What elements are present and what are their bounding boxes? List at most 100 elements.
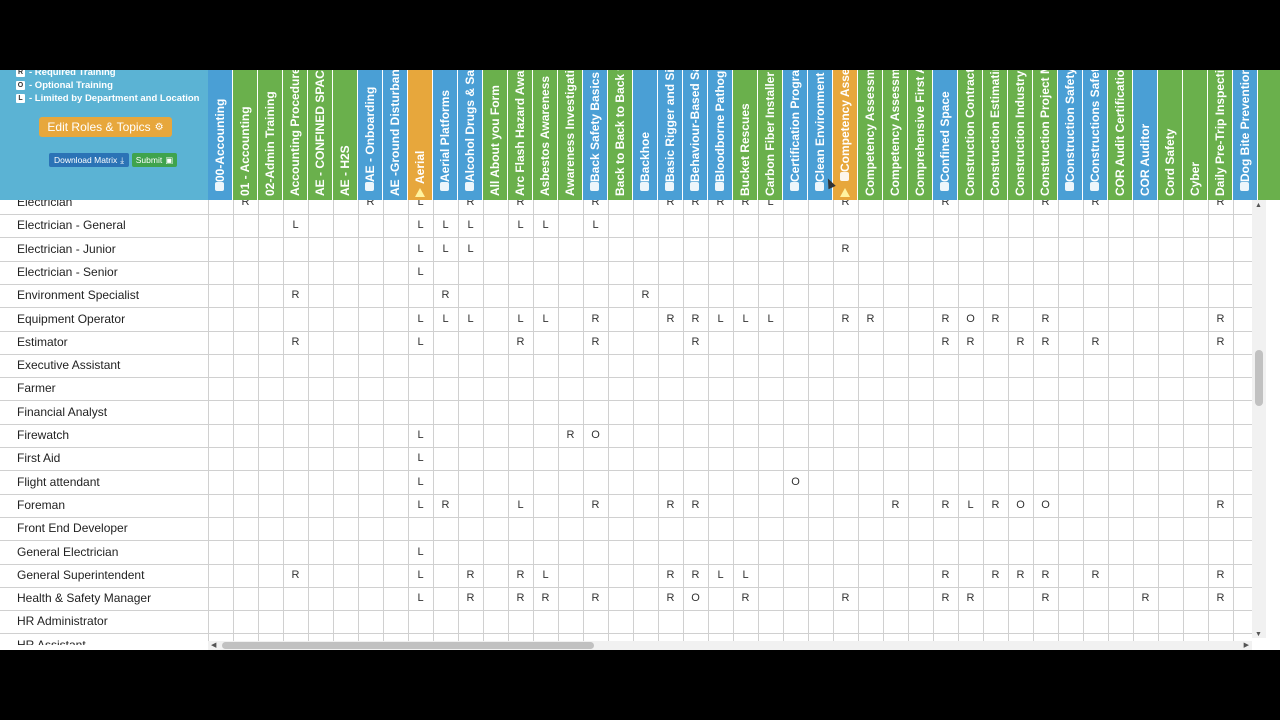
matrix-cell[interactable]	[1208, 354, 1233, 377]
matrix-cell[interactable]	[333, 238, 358, 261]
matrix-cell[interactable]	[883, 587, 908, 610]
matrix-cell[interactable]	[258, 377, 283, 400]
matrix-cell[interactable]: L	[433, 238, 458, 261]
column-header[interactable]: AE - CONFINED SPACE	[308, 70, 333, 200]
matrix-cell[interactable]	[1208, 284, 1233, 307]
matrix-cell[interactable]	[858, 517, 883, 540]
matrix-cell[interactable]	[1133, 214, 1158, 237]
matrix-cell[interactable]	[258, 284, 283, 307]
matrix-cell[interactable]	[858, 261, 883, 284]
matrix-cell[interactable]	[958, 541, 983, 564]
matrix-cell[interactable]	[883, 377, 908, 400]
matrix-cell[interactable]	[608, 541, 633, 564]
matrix-cell[interactable]	[708, 471, 733, 494]
matrix-cell[interactable]	[608, 471, 633, 494]
matrix-cell[interactable]	[883, 447, 908, 470]
matrix-cell[interactable]	[633, 447, 658, 470]
scroll-up-icon[interactable]: ▲	[1255, 202, 1262, 209]
matrix-cell[interactable]	[658, 447, 683, 470]
matrix-cell[interactable]	[1108, 517, 1133, 540]
matrix-cell[interactable]	[1058, 261, 1083, 284]
matrix-cell[interactable]	[808, 354, 833, 377]
matrix-cell[interactable]	[258, 214, 283, 237]
matrix-cell[interactable]	[583, 610, 608, 633]
matrix-cell[interactable]: R	[983, 494, 1008, 517]
matrix-cell[interactable]	[558, 587, 583, 610]
matrix-cell[interactable]	[608, 424, 633, 447]
matrix-cell[interactable]	[958, 200, 983, 214]
matrix-cell[interactable]	[433, 261, 458, 284]
matrix-cell[interactable]	[733, 401, 758, 424]
matrix-cell[interactable]	[808, 284, 833, 307]
matrix-cell[interactable]	[1108, 284, 1133, 307]
matrix-cell[interactable]	[283, 587, 308, 610]
matrix-cell[interactable]	[458, 331, 483, 354]
matrix-cell[interactable]	[283, 541, 308, 564]
matrix-cell[interactable]	[733, 447, 758, 470]
matrix-cell[interactable]	[508, 354, 533, 377]
matrix-cell[interactable]	[608, 564, 633, 587]
matrix-cell[interactable]: R	[583, 331, 608, 354]
matrix-cell[interactable]	[508, 517, 533, 540]
matrix-cell[interactable]	[533, 424, 558, 447]
matrix-cell[interactable]	[1233, 401, 1252, 424]
matrix-cell[interactable]	[383, 587, 408, 610]
matrix-cell[interactable]: L	[508, 308, 533, 331]
matrix-cell[interactable]	[758, 284, 783, 307]
matrix-cell[interactable]	[958, 261, 983, 284]
matrix-cell[interactable]	[333, 354, 358, 377]
matrix-cell[interactable]	[1058, 377, 1083, 400]
matrix-cell[interactable]: R	[283, 564, 308, 587]
matrix-cell[interactable]: L	[408, 471, 433, 494]
matrix-cell[interactable]	[283, 471, 308, 494]
matrix-cell[interactable]	[508, 424, 533, 447]
matrix-cell[interactable]	[833, 517, 858, 540]
matrix-cell[interactable]	[808, 517, 833, 540]
matrix-cell[interactable]	[483, 517, 508, 540]
matrix-cell[interactable]	[733, 541, 758, 564]
matrix-cell[interactable]	[983, 238, 1008, 261]
matrix-cell[interactable]	[683, 214, 708, 237]
matrix-cell[interactable]	[233, 517, 258, 540]
matrix-cell[interactable]	[608, 308, 633, 331]
matrix-cell[interactable]	[1158, 284, 1183, 307]
matrix-cell[interactable]	[208, 377, 233, 400]
matrix-cell[interactable]: R	[533, 587, 558, 610]
matrix-cell[interactable]	[708, 424, 733, 447]
matrix-cell[interactable]	[633, 238, 658, 261]
matrix-cell[interactable]	[958, 214, 983, 237]
matrix-cell[interactable]	[333, 587, 358, 610]
matrix-cell[interactable]	[808, 308, 833, 331]
matrix-cell[interactable]	[433, 354, 458, 377]
matrix-cell[interactable]	[1233, 238, 1252, 261]
matrix-cell[interactable]	[708, 494, 733, 517]
matrix-cell[interactable]	[258, 331, 283, 354]
matrix-cell[interactable]	[558, 308, 583, 331]
matrix-cell[interactable]	[383, 564, 408, 587]
matrix-cell[interactable]: R	[1208, 587, 1233, 610]
matrix-cell[interactable]	[983, 214, 1008, 237]
matrix-cell[interactable]: O	[1033, 494, 1058, 517]
column-header[interactable]: Carbon Fiber Installer	[758, 70, 783, 200]
matrix-cell[interactable]	[533, 238, 558, 261]
matrix-cell[interactable]	[983, 587, 1008, 610]
matrix-cell[interactable]	[558, 564, 583, 587]
matrix-cell[interactable]	[208, 517, 233, 540]
matrix-cell[interactable]	[233, 377, 258, 400]
matrix-cell[interactable]	[1058, 471, 1083, 494]
matrix-cell[interactable]	[1158, 238, 1183, 261]
matrix-cell[interactable]: R	[508, 331, 533, 354]
matrix-cell[interactable]	[1133, 517, 1158, 540]
matrix-cell[interactable]	[483, 424, 508, 447]
matrix-cell[interactable]	[1108, 261, 1133, 284]
matrix-cell[interactable]	[308, 541, 333, 564]
matrix-cell[interactable]	[258, 447, 283, 470]
matrix-cell[interactable]	[708, 447, 733, 470]
matrix-cell[interactable]	[358, 587, 383, 610]
matrix-cell[interactable]	[983, 401, 1008, 424]
matrix-cell[interactable]	[483, 401, 508, 424]
matrix-cell[interactable]	[858, 494, 883, 517]
matrix-cell[interactable]	[883, 401, 908, 424]
matrix-cell[interactable]	[358, 517, 383, 540]
download-matrix-button[interactable]: Download Matrix ⤓	[49, 153, 129, 167]
